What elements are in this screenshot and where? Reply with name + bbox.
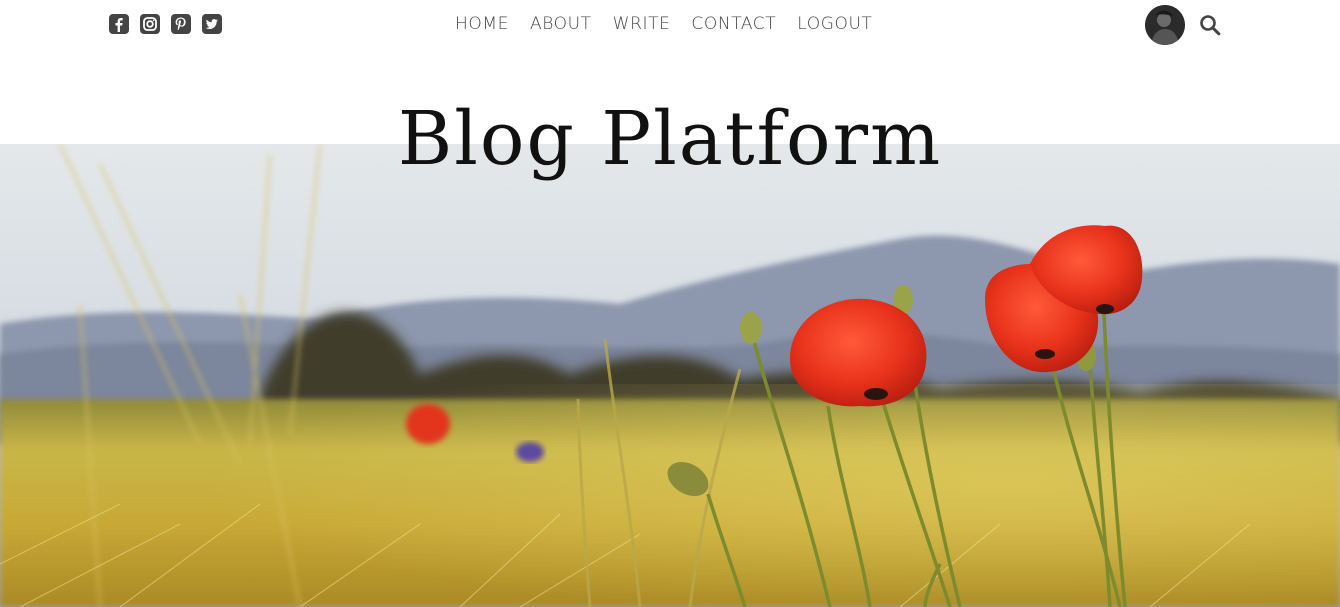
instagram-square-icon[interactable] (140, 14, 160, 34)
pinterest-square-icon[interactable] (171, 14, 191, 34)
nav-home[interactable]: HOME (455, 13, 509, 35)
social-links (109, 14, 222, 34)
main-nav: HOME ABOUT WRITE CONTACT LOGOUT (455, 13, 872, 35)
nav-write[interactable]: WRITE (613, 13, 671, 35)
search-icon[interactable] (1199, 14, 1221, 36)
top-bar: HOME ABOUT WRITE CONTACT LOGOUT (0, 0, 1340, 50)
hero-image (0, 144, 1340, 607)
avatar-image (1145, 5, 1185, 45)
avatar[interactable] (1145, 5, 1185, 45)
nav-about[interactable]: ABOUT (530, 13, 592, 35)
poppy-field-image (0, 144, 1340, 607)
nav-contact[interactable]: CONTACT (691, 13, 776, 35)
nav-logout[interactable]: LOGOUT (797, 13, 872, 35)
facebook-square-icon[interactable] (109, 14, 129, 34)
page: HOME ABOUT WRITE CONTACT LOGOUT Blog Pla… (0, 0, 1340, 607)
twitter-square-icon[interactable] (202, 14, 222, 34)
site-title: Blog Platform (397, 96, 943, 182)
